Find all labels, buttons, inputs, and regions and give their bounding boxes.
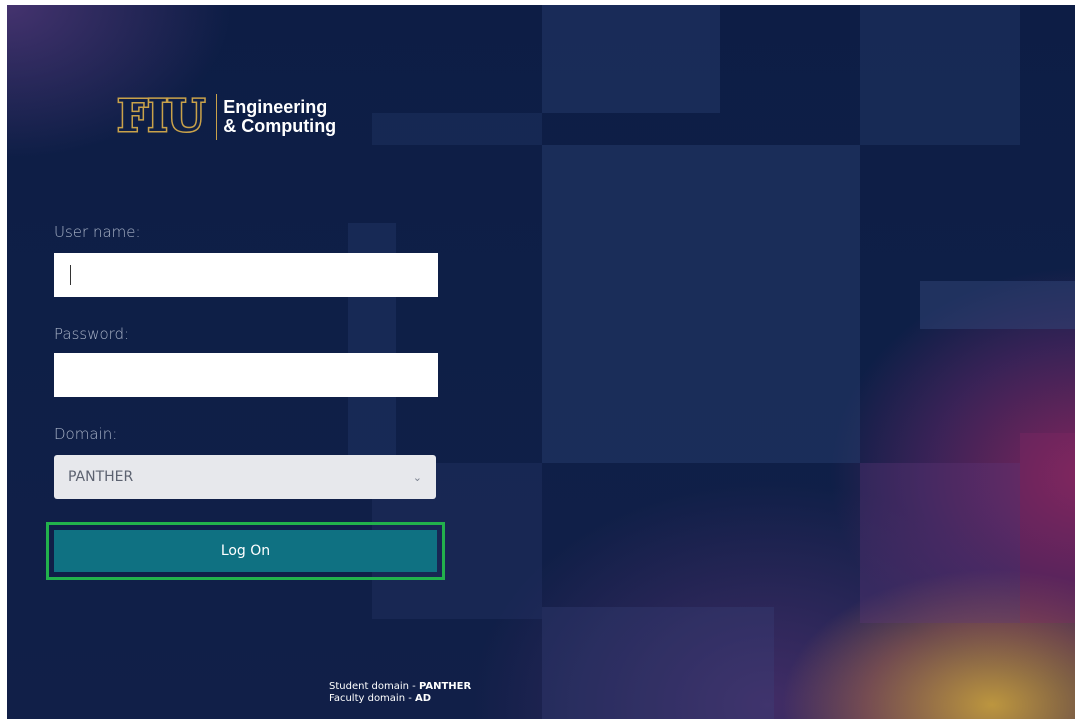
username-field-wrapper xyxy=(54,253,438,297)
background-tile xyxy=(860,5,1020,145)
background-tile xyxy=(542,607,774,719)
fiu-engineering-logo: FIU Engineering & Computing xyxy=(115,89,336,145)
student-domain-value: PANTHER xyxy=(418,681,472,692)
domain-select[interactable]: PANTHER ⌄ xyxy=(54,455,436,499)
password-label: Password: xyxy=(54,325,130,343)
background-tile xyxy=(542,5,720,113)
logo-mark: FIU xyxy=(115,91,206,142)
background-tile xyxy=(1020,433,1075,623)
logo-text-line1: Engineering xyxy=(223,97,328,117)
username-input[interactable] xyxy=(54,253,438,297)
login-screen: FIU Engineering & Computing User name: P… xyxy=(0,0,1075,719)
faculty-domain-note: Faculty domain - AD xyxy=(329,693,471,705)
logo-divider xyxy=(216,94,218,140)
student-domain-note: Student domain - PANTHER xyxy=(329,681,471,693)
domain-hint: Student domain - PANTHER Faculty domain … xyxy=(329,681,471,705)
text-cursor xyxy=(70,265,71,285)
chevron-down-icon: ⌄ xyxy=(412,470,422,484)
logo-text-line2: & Computing xyxy=(223,116,337,136)
domain-label: Domain: xyxy=(54,425,118,443)
username-label: User name: xyxy=(54,223,141,241)
background-tile xyxy=(860,463,1020,623)
student-domain-prefix: Student domain - xyxy=(329,681,419,692)
background-tile xyxy=(542,145,860,463)
logon-button[interactable]: Log On xyxy=(54,530,437,572)
faculty-domain-prefix: Faculty domain - xyxy=(329,693,416,704)
domain-selected-value: PANTHER xyxy=(68,469,134,485)
password-input[interactable] xyxy=(54,353,438,397)
logo-text: Engineering & Computing xyxy=(223,98,336,136)
faculty-domain-value: AD xyxy=(415,693,432,704)
login-panel: FIU Engineering & Computing User name: P… xyxy=(7,5,1075,719)
background-tile xyxy=(920,281,1075,329)
background-tile xyxy=(372,113,542,145)
